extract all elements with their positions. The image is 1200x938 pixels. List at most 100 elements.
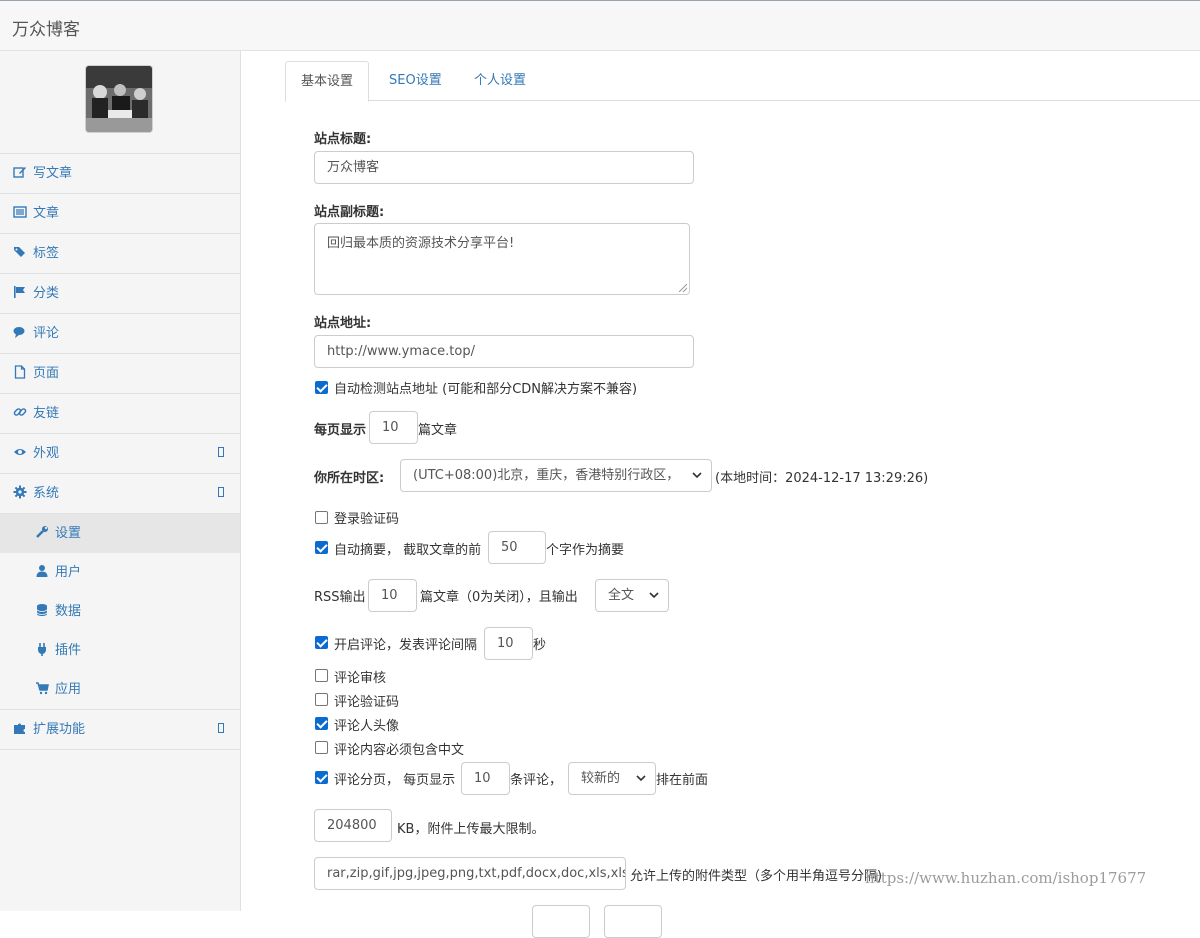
main-content: 基本设置 SEO设置 个人设置 站点标题: 万众博客 站点副标题: 回归最本质的… (241, 51, 1200, 938)
comment-avatar-label: 评论人头像 (334, 719, 400, 734)
edit-icon (13, 167, 26, 178)
timezone-label: 你所在时区: (314, 471, 385, 486)
site-title-label: 站点标题: (314, 132, 372, 147)
site-brand[interactable]: 万众博客 (12, 15, 80, 40)
eye-icon (14, 449, 26, 455)
sidebar-item-comments[interactable]: 评论 (0, 314, 240, 354)
sidebar-item-label: 友链 (33, 406, 60, 421)
local-time: (本地时间：2024-12-17 13:29:26) (715, 471, 929, 486)
expand-icon (218, 487, 224, 497)
sidebar: 写文章 文章 标签 分类 评论 页面 友链 外观 系统 设置 用户 数据 插件 (0, 51, 241, 911)
gear-icon (13, 485, 27, 499)
site-url-label: 站点地址: (314, 316, 372, 331)
comments-icon (13, 327, 25, 338)
comment-order-select[interactable]: 较新的 (568, 762, 656, 795)
comment-page-middle: 条评论， (510, 773, 563, 788)
auto-summary-checkbox[interactable] (315, 541, 328, 554)
database-icon (36, 604, 48, 616)
comment-interval-suffix: 秒 (533, 638, 547, 653)
watermark: https://www.huzhan.com/ishop17677 (865, 869, 1147, 887)
comment-paging-checkbox[interactable] (315, 771, 328, 784)
settings-tabs: 基本设置 SEO设置 个人设置 (285, 61, 1200, 102)
per-page-prefix: 每页显示 (314, 423, 367, 438)
sidebar-item-data[interactable]: 数据 (0, 592, 240, 631)
comment-order-suffix: 排在前面 (656, 773, 709, 788)
sidebar-item-extensions[interactable]: 扩展功能 (0, 710, 240, 750)
sidebar-item-links[interactable]: 友链 (0, 394, 240, 434)
chevron-down-icon (649, 592, 659, 599)
resize-grip-icon[interactable] (679, 284, 687, 292)
cut-off-input-2[interactable] (604, 905, 662, 938)
sidebar-item-label: 系统 (33, 486, 60, 501)
auto-summary-prefix: 自动摘要， 截取文章的前 (334, 543, 482, 558)
sidebar-item-label: 页面 (33, 366, 60, 381)
comment-open-checkbox[interactable] (315, 636, 328, 649)
avatar[interactable] (85, 65, 153, 133)
comment-captcha-label: 评论验证码 (334, 695, 400, 710)
chevron-down-icon (692, 472, 702, 479)
cut-off-input[interactable] (532, 905, 590, 938)
comment-captcha-checkbox[interactable] (315, 693, 328, 706)
sidebar-item-apps[interactable]: 应用 (0, 670, 240, 709)
sidebar-item-articles[interactable]: 文章 (0, 194, 240, 234)
puzzle-icon (14, 723, 25, 734)
sidebar-item-system[interactable]: 系统 (0, 474, 240, 514)
comment-page-prefix: 评论分页， 每页显示 (334, 773, 456, 788)
rss-mode-value: 全文 (608, 588, 635, 603)
list-icon (13, 206, 27, 218)
tab-profile[interactable]: 个人设置 (459, 61, 541, 102)
login-captcha-checkbox[interactable] (315, 511, 328, 524)
site-title-input[interactable]: 万众博客 (314, 151, 694, 184)
link-icon (13, 408, 27, 416)
summary-length-input[interactable]: 50 (488, 531, 546, 564)
sidebar-item-label: 标签 (33, 246, 60, 261)
tags-icon (14, 247, 25, 257)
sidebar-item-label: 用户 (55, 565, 82, 580)
sidebar-item-label: 应用 (55, 682, 82, 697)
chevron-down-icon (636, 775, 646, 782)
timezone-value: (UTC+08:00)北京，重庆，香港特别行政区， (413, 468, 680, 483)
comment-avatar-checkbox[interactable] (315, 717, 328, 730)
sidebar-item-plugins[interactable]: 插件 (0, 631, 240, 670)
auto-summary-suffix: 个字作为摘要 (546, 543, 625, 558)
wrench-icon (36, 526, 48, 538)
sidebar-item-categories[interactable]: 分类 (0, 274, 240, 314)
sidebar-item-tags[interactable]: 标签 (0, 234, 240, 274)
timezone-select[interactable]: (UTC+08:00)北京，重庆，香港特别行政区， (400, 459, 712, 492)
plug-icon (38, 643, 46, 656)
subtitle-textarea[interactable]: 回归最本质的资源技术分享平台! (314, 223, 690, 295)
sidebar-item-label: 文章 (33, 206, 60, 221)
sidebar-item-pages[interactable]: 页面 (0, 354, 240, 394)
upload-types-input[interactable]: rar,zip,gif,jpg,jpeg,png,txt,pdf,docx,do… (314, 857, 626, 890)
sidebar-item-appearance[interactable]: 外观 (0, 434, 240, 474)
upload-limit-suffix: KB，附件上传最大限制。 (397, 822, 545, 837)
rss-prefix: RSS输出 (314, 590, 366, 605)
tab-basic[interactable]: 基本设置 (285, 61, 370, 102)
rss-mode-select[interactable]: 全文 (595, 579, 669, 612)
comment-review-checkbox[interactable] (315, 669, 328, 682)
sidebar-item-label: 评论 (33, 326, 60, 341)
comment-chinese-checkbox[interactable] (315, 741, 328, 754)
comment-page-count-input[interactable]: 10 (461, 762, 510, 795)
auto-detect-label: 自动检测站点地址 (可能和部分CDN解决方案不兼容) (334, 382, 638, 397)
tab-seo[interactable]: SEO设置 (374, 61, 457, 102)
rss-count-input[interactable]: 10 (368, 579, 417, 612)
expand-icon (218, 447, 224, 457)
comment-interval-input[interactable]: 10 (484, 627, 533, 660)
file-icon (14, 365, 26, 379)
site-url-input[interactable]: http://www.ymace.top/ (314, 335, 694, 368)
subtitle-label: 站点副标题: (314, 205, 385, 220)
subtitle-text: 回归最本质的资源技术分享平台! (327, 236, 515, 251)
sidebar-item-settings[interactable]: 设置 (0, 514, 240, 553)
comment-review-label: 评论审核 (334, 671, 387, 686)
top-bar: 万众博客 (0, 0, 1200, 51)
comment-open-prefix: 开启评论，发表评论间隔 (334, 638, 478, 653)
sidebar-item-users[interactable]: 用户 (0, 553, 240, 592)
per-page-input[interactable]: 10 (369, 411, 418, 444)
auto-detect-checkbox[interactable] (315, 381, 328, 394)
per-page-suffix: 篇文章 (418, 423, 458, 438)
sidebar-item-label: 分类 (33, 286, 60, 301)
sidebar-item-write[interactable]: 写文章 (0, 154, 240, 194)
expand-icon (218, 723, 224, 733)
upload-limit-input[interactable]: 204800 (314, 809, 392, 842)
